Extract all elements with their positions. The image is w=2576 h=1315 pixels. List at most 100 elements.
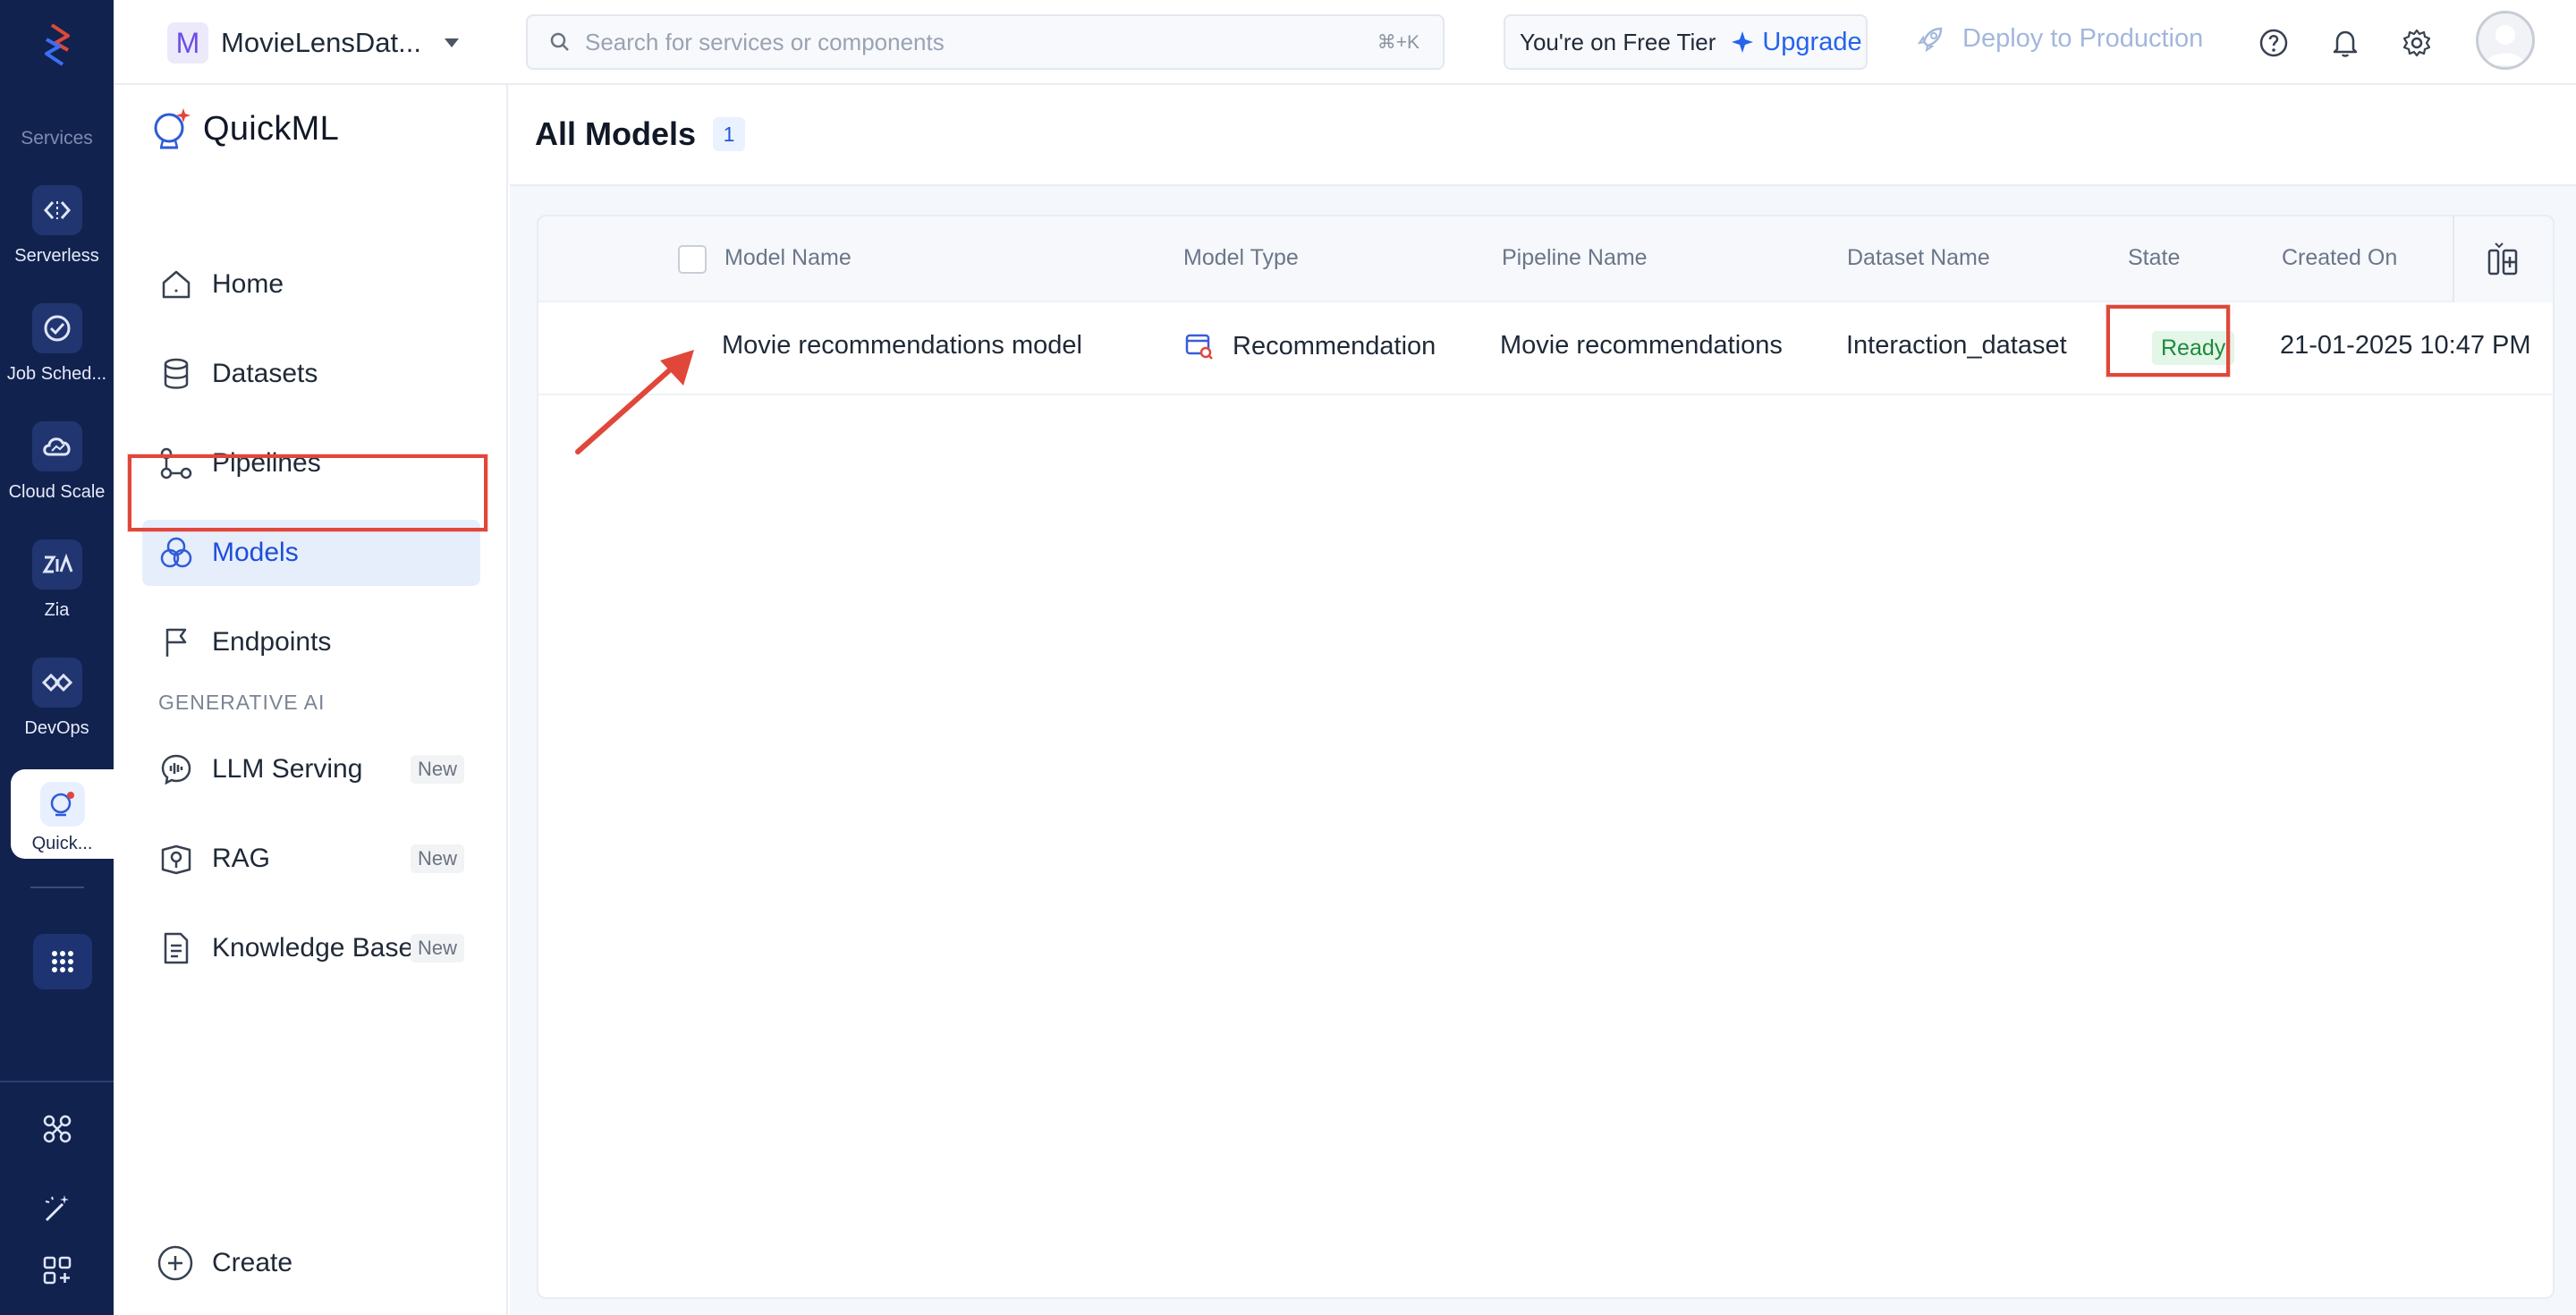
nav-label: Knowledge Base [212,933,414,963]
models-count-badge: 1 [713,117,745,151]
upgrade-button[interactable]: Upgrade [1730,27,1862,57]
caret-down-icon [445,38,459,47]
job-scheduling-icon [31,303,82,353]
nav-rag[interactable]: RAG New [142,826,480,892]
rail-item-label: Quick... [31,834,93,853]
cell-model-name[interactable]: Movie recommendations model [722,331,1082,361]
nav-knowledge-base[interactable]: Knowledge Base New [142,915,480,981]
rail-item-label: Serverless [14,246,99,266]
magic-wand-icon[interactable] [39,1190,75,1226]
rail-item-cloud-scale[interactable]: Cloud Scale [0,421,114,527]
zia-icon [31,539,82,590]
main-content: All Models 1 Model Name Model Type Pipel… [510,85,2576,1315]
create-label: Create [212,1248,293,1277]
recommendation-type-icon [1185,334,1213,360]
rail-item-label: Cloud Scale [8,482,106,502]
nav-label: LLM Serving [212,754,363,784]
deploy-label: Deploy to Production [1962,24,2204,53]
nav-label: Models [212,538,299,567]
cell-dataset-name: Interaction_dataset [1846,331,2067,360]
sparkle-icon [1732,31,1754,53]
notifications-bell-icon[interactable] [2327,25,2363,61]
nav-label: Datasets [212,359,318,388]
column-header-dataset-name[interactable]: Dataset Name [1847,245,1990,271]
serverless-icon [31,185,82,235]
home-icon [162,270,191,299]
project-switcher[interactable]: M MovieLensDat... [167,22,461,64]
model-type-label: Recommendation [1233,331,1436,361]
cell-model-type: Recommendation [1184,331,1436,361]
project-name: MovieLensDat... [221,27,421,58]
nav-label: Endpoints [212,627,332,657]
cell-created-on: 21-01-2025 10:47 PM [2280,331,2531,360]
settings-gear-icon[interactable] [2399,25,2435,61]
rail-item-zia[interactable]: Zia [0,539,114,645]
select-all-checkbox[interactable] [678,245,707,274]
rag-icon [161,844,191,875]
brand-name: QuickML [203,109,340,148]
services-label: Services [21,128,93,148]
help-icon[interactable] [2256,25,2292,61]
top-bar: M MovieLensDat... ⌘+K You're on Free Tie… [114,0,2576,85]
column-header-pipeline-name[interactable]: Pipeline Name [1502,245,1648,271]
add-widget-icon[interactable] [39,1252,75,1288]
quickml-logo-icon [154,108,191,149]
search-shortcut: ⌘+K [1377,31,1419,53]
quickml-icon [39,782,85,827]
annotation-arrow-icon [575,350,694,454]
rail-item-devops[interactable]: DevOps [0,658,114,763]
quickml-sidebar: QuickML Home Datasets Pipelines Models E… [114,85,508,1315]
tier-text: You're on Free Tier [1520,28,1716,55]
column-header-created-on[interactable]: Created On [2282,245,2397,271]
table-row[interactable]: Movie recommendations model Recommendati… [538,302,2553,395]
column-header-model-type[interactable]: Model Type [1183,245,1299,271]
search-icon [550,32,569,51]
column-header-model-name[interactable]: Model Name [724,245,852,271]
column-header-state[interactable]: State [2128,245,2180,271]
nav-llm-serving[interactable]: LLM Serving New [142,736,480,802]
database-icon [164,358,189,389]
cloud-scale-icon [31,421,82,471]
rocket-icon [1917,27,1943,52]
rail-bottom-divider [0,1081,114,1082]
annotation-highlight-state [2106,305,2230,377]
rail-item-serverless[interactable]: Serverless [0,185,114,291]
flag-icon [165,628,187,657]
upgrade-label: Upgrade [1762,27,1862,56]
annotation-highlight-models [128,454,487,531]
models-table: Model Name Model Type Pipeline Name Data… [537,215,2555,1299]
rail-item-quickml[interactable]: Quick... [11,769,114,859]
plus-circle-icon [157,1245,193,1281]
page-title: All Models [535,115,697,152]
rail-item-label: Job Sched... [6,364,107,384]
tier-banner: You're on Free Tier Upgrade [1504,14,1868,70]
page-header: All Models 1 [510,85,2576,186]
integrations-icon[interactable] [39,1111,75,1147]
global-search[interactable]: ⌘+K [526,14,1445,70]
new-badge: New [410,844,464,873]
catalyst-logo-icon[interactable] [32,20,82,70]
deploy-to-production-button[interactable]: Deploy to Production [1916,24,2203,54]
nav-label: Home [212,269,284,299]
rail-item-label: DevOps [24,718,89,738]
new-badge: New [410,755,464,784]
user-avatar[interactable] [2476,11,2535,70]
nav-endpoints[interactable]: Endpoints [142,609,480,675]
nav-label: RAG [212,844,271,873]
project-avatar: M [167,22,208,64]
llm-chat-icon [161,754,191,785]
create-button[interactable]: Create [157,1244,292,1282]
rail-item-job-scheduling[interactable]: Job Sched... [0,303,114,409]
nav-home[interactable]: Home [142,251,480,318]
generative-ai-section-title: GENERATIVE AI [158,691,326,714]
column-settings-icon[interactable] [2453,216,2553,302]
document-icon [164,932,189,964]
services-rail: Services Serverless Job Sched... Cloud S… [0,0,114,1315]
search-input[interactable] [585,28,1265,56]
rail-divider [30,887,84,888]
all-services-grid-icon[interactable] [33,934,92,989]
devops-icon [31,658,82,708]
nav-datasets[interactable]: Datasets [142,341,480,407]
table-header: Model Name Model Type Pipeline Name Data… [538,216,2553,302]
rail-item-label: Zia [44,600,70,620]
